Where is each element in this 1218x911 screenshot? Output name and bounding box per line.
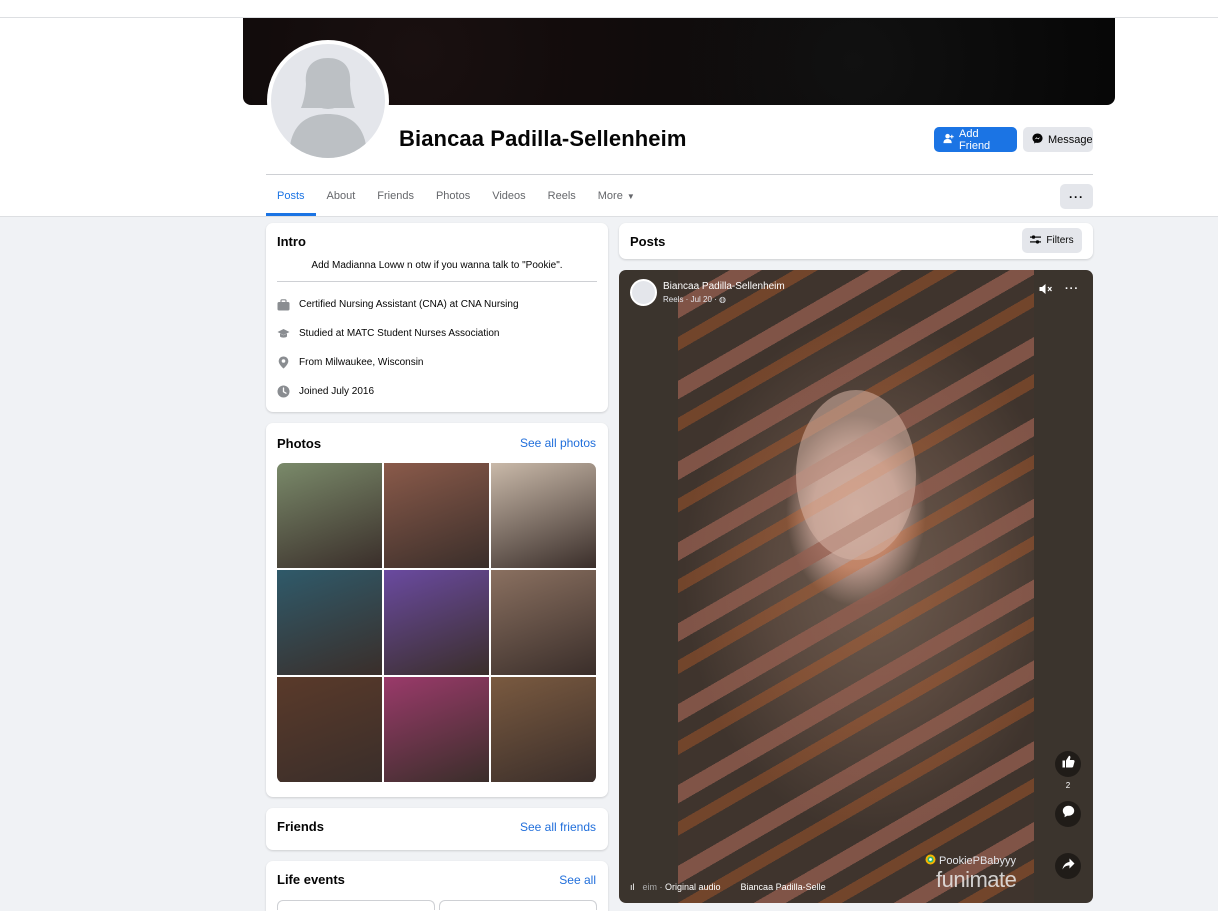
reel-audio-bar[interactable]: ıl eim · Original audio Biancaa Padilla-… bbox=[630, 882, 826, 892]
photo-thumbnail[interactable] bbox=[384, 463, 489, 568]
intro-card: Intro Add Madianna Loww n otw if you wan… bbox=[266, 223, 608, 412]
top-bar bbox=[0, 0, 1218, 18]
hometown[interactable]: Milwaukee, Wisconsin bbox=[325, 357, 423, 368]
reel-author-avatar[interactable] bbox=[630, 279, 657, 306]
tab-more[interactable]: More ▼ bbox=[587, 178, 646, 216]
school-name[interactable]: MATC Student Nurses Association bbox=[347, 328, 500, 339]
like-count: 2 bbox=[1065, 781, 1071, 790]
intro-bio: Add Madianna Loww n otw if you wanna tal… bbox=[311, 260, 563, 271]
message-label: Message bbox=[1048, 133, 1093, 146]
reel-author-name[interactable]: Biancaa Padilla-Sellenheim bbox=[663, 281, 785, 292]
share-arrow-icon bbox=[1062, 857, 1075, 875]
joined-date: July 2016 bbox=[331, 386, 375, 397]
audio-wave-icon: ıl bbox=[630, 882, 635, 892]
intro-divider bbox=[277, 281, 597, 282]
briefcase-icon bbox=[277, 298, 290, 311]
thumbs-up-icon bbox=[1062, 755, 1075, 773]
comment-icon bbox=[1062, 805, 1075, 823]
caret-down-icon: ▼ bbox=[626, 192, 635, 201]
tab-posts[interactable]: Posts bbox=[266, 178, 316, 216]
friends-card: Friends See all friends bbox=[266, 808, 608, 850]
reel-video[interactable] bbox=[678, 270, 1034, 903]
tab-about[interactable]: About bbox=[316, 178, 367, 216]
photos-title: Photos bbox=[277, 436, 322, 451]
intro-row-hometown: From Milwaukee, Wisconsin bbox=[277, 356, 423, 369]
profile-tabs: Posts About Friends Photos Videos Reels … bbox=[266, 178, 646, 216]
work-place[interactable]: CNA Nursing bbox=[461, 299, 519, 310]
posts-header: Posts Filters bbox=[619, 223, 1093, 259]
header-divider bbox=[266, 174, 1093, 175]
photo-thumbnail[interactable] bbox=[491, 570, 596, 675]
add-friend-label: Add Friend bbox=[959, 127, 991, 152]
add-friend-icon bbox=[943, 133, 954, 147]
profile-header: Biancaa Padilla-Sellenheim Add Friend Me… bbox=[0, 18, 1218, 217]
friends-title: Friends bbox=[277, 819, 324, 834]
funimate-logo-icon bbox=[925, 854, 936, 868]
reel-video-subject bbox=[796, 390, 916, 560]
life-events-title: Life events bbox=[277, 872, 345, 887]
tab-reels[interactable]: Reels bbox=[537, 178, 587, 216]
mute-icon[interactable] bbox=[1039, 283, 1053, 298]
reel-top-controls: ··· bbox=[1039, 283, 1079, 298]
photo-thumbnail[interactable] bbox=[277, 677, 382, 782]
profile-options-button[interactable]: ··· bbox=[1060, 184, 1093, 209]
photo-thumbnail[interactable] bbox=[277, 570, 382, 675]
default-avatar-icon bbox=[271, 44, 385, 158]
photo-thumbnail[interactable] bbox=[384, 570, 489, 675]
photo-thumbnail[interactable] bbox=[491, 463, 596, 568]
photo-thumbnail[interactable] bbox=[277, 463, 382, 568]
reel-post[interactable]: Biancaa Padilla-Sellenheim Reels · Jul 2… bbox=[619, 270, 1093, 903]
add-friend-button[interactable]: Add Friend bbox=[934, 127, 1017, 152]
reel-audio-label: Original audio bbox=[665, 882, 721, 892]
location-pin-icon bbox=[277, 356, 290, 369]
reel-audio-author: Biancaa Padilla-Selle bbox=[740, 882, 826, 892]
clock-icon bbox=[277, 385, 290, 398]
life-events-card: Life events See all bbox=[266, 861, 608, 911]
filters-button[interactable]: Filters bbox=[1022, 228, 1082, 253]
globe-icon: ◍ bbox=[719, 295, 727, 304]
photo-thumbnail[interactable] bbox=[491, 677, 596, 782]
profile-avatar[interactable] bbox=[267, 40, 389, 162]
tab-more-label: More bbox=[597, 190, 623, 202]
reel-watermark-user: PookiePBabyyy bbox=[925, 854, 1016, 868]
filters-label: Filters bbox=[1046, 235, 1074, 246]
posts-title: Posts bbox=[630, 234, 666, 249]
see-all-friends-link[interactable]: See all friends bbox=[520, 820, 596, 834]
like-button[interactable] bbox=[1055, 751, 1081, 777]
ellipsis-icon[interactable]: ··· bbox=[1065, 283, 1079, 298]
tab-photos[interactable]: Photos bbox=[425, 178, 481, 216]
share-button[interactable] bbox=[1055, 853, 1081, 879]
intro-row-joined: Joined July 2016 bbox=[277, 385, 374, 398]
tab-videos[interactable]: Videos bbox=[481, 178, 536, 216]
photo-grid bbox=[277, 463, 596, 783]
intro-row-education: Studied at MATC Student Nurses Associati… bbox=[277, 327, 499, 340]
life-event-item[interactable] bbox=[439, 900, 597, 910]
see-all-life-events-link[interactable]: See all bbox=[559, 873, 596, 887]
life-event-item[interactable] bbox=[277, 900, 435, 910]
messenger-icon bbox=[1032, 132, 1043, 147]
sliders-icon bbox=[1030, 234, 1042, 247]
comment-button[interactable] bbox=[1055, 801, 1081, 827]
message-button[interactable]: Message bbox=[1023, 127, 1093, 152]
tab-friends[interactable]: Friends bbox=[366, 178, 425, 216]
see-all-photos-link[interactable]: See all photos bbox=[520, 436, 596, 450]
graduation-cap-icon bbox=[277, 327, 290, 340]
photo-thumbnail[interactable] bbox=[384, 677, 489, 782]
profile-name: Biancaa Padilla-Sellenheim bbox=[399, 126, 687, 151]
reel-watermark-brand: funimate bbox=[936, 867, 1017, 892]
reel-meta: Reels · Jul 20 · ◍ bbox=[663, 295, 727, 304]
intro-row-work: Certified Nursing Assistant (CNA) at CNA… bbox=[277, 298, 519, 311]
photos-card: Photos See all photos bbox=[266, 423, 608, 797]
intro-title: Intro bbox=[277, 234, 306, 249]
ellipsis-icon: ··· bbox=[1069, 189, 1084, 204]
